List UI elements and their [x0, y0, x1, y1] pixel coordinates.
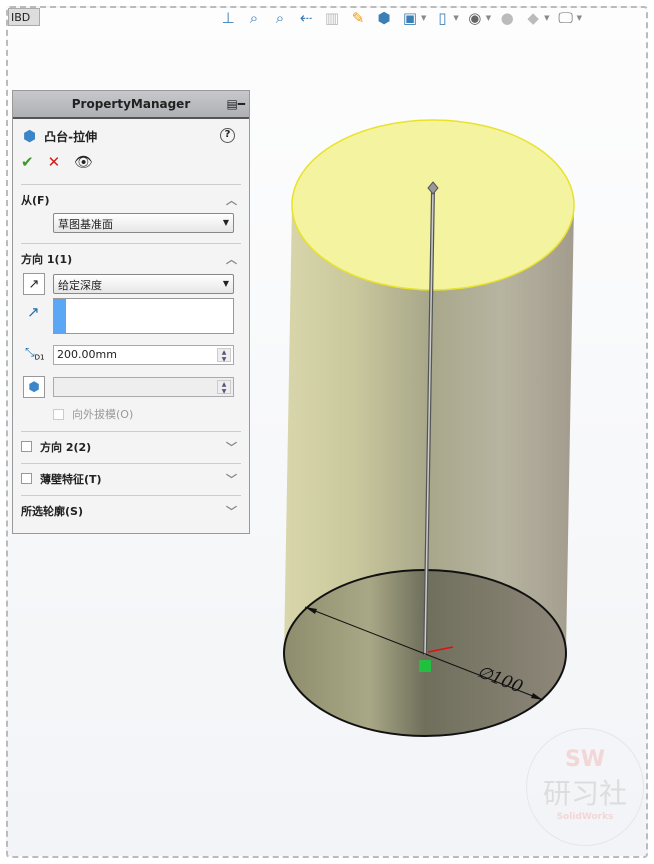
watermark-logo: SW 研习社 SolidWorks — [526, 728, 644, 846]
watermark-text: 研习社 — [542, 777, 627, 810]
watermark-brand: SolidWorks — [556, 812, 614, 822]
watermark-sw: SW — [564, 747, 606, 772]
origin-icon — [419, 660, 431, 672]
